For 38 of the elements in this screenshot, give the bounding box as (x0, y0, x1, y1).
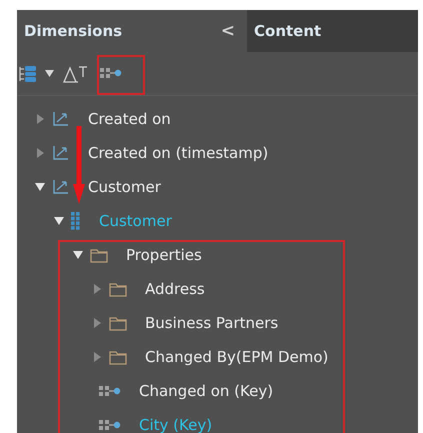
tree-item-label[interactable]: Address (145, 280, 205, 298)
collapsed-caret-icon[interactable] (36, 148, 44, 158)
panel-tab[interactable]: Content (247, 10, 418, 52)
folder-icon (109, 282, 127, 296)
dropdown-caret-icon[interactable] (45, 70, 54, 77)
tree-item-label[interactable]: Changed on (Key) (139, 382, 274, 400)
folder-icon (109, 350, 127, 364)
folder-icon (90, 248, 108, 262)
tree-item-label[interactable]: Created on (88, 110, 171, 128)
measure-axis-icon (52, 179, 70, 195)
measure-axis-icon (52, 145, 70, 161)
collapse-button[interactable]: < (220, 21, 235, 41)
collapsed-caret-icon[interactable] (94, 318, 100, 328)
expanded-caret-icon[interactable] (35, 183, 45, 191)
collapsed-caret-icon[interactable] (36, 114, 44, 124)
expanded-caret-icon[interactable] (73, 251, 83, 259)
tab-label: Dimensions (24, 22, 122, 40)
measure-axis-icon (52, 111, 70, 127)
attribute-icon (100, 67, 122, 79)
collapsed-caret-icon[interactable] (94, 352, 100, 362)
tab-label: Content (254, 22, 322, 40)
folder-icon (109, 316, 127, 330)
tree-item-label[interactable]: Customer (99, 212, 172, 230)
attribute-icon (99, 385, 121, 397)
attribute-icon (99, 419, 121, 431)
measure-text-icon[interactable] (62, 64, 88, 84)
highlight-frame (97, 55, 145, 95)
tree-item-label[interactable]: Changed By(EPM Demo) (145, 348, 328, 366)
dimension-dots-icon (71, 212, 81, 230)
expanded-caret-icon[interactable] (54, 217, 64, 225)
down-arrow-icon (73, 126, 85, 204)
tree-item-label[interactable]: Business Partners (145, 314, 278, 332)
tree-item-label[interactable]: Customer (88, 178, 161, 196)
tree-item-label[interactable]: Created on (timestamp) (88, 144, 268, 162)
hierarchy-icon[interactable] (19, 64, 37, 82)
tree-item-label[interactable]: City (Key) (139, 416, 212, 433)
tree-item-label[interactable]: Properties (126, 246, 202, 264)
collapsed-caret-icon[interactable] (94, 284, 100, 294)
